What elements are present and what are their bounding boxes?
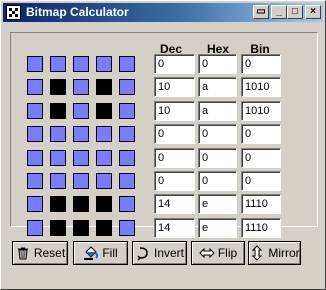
bit-cell[interactable] xyxy=(73,126,89,142)
bit-cell[interactable] xyxy=(96,150,112,166)
bit-cell[interactable] xyxy=(50,56,66,72)
bit-cell[interactable] xyxy=(50,196,66,212)
bit-cell[interactable] xyxy=(50,220,66,236)
bit-cell[interactable] xyxy=(27,79,43,95)
dec-value-field[interactable]: 10 xyxy=(154,77,195,97)
bit-cell[interactable] xyxy=(119,126,135,142)
dec-value-field[interactable]: 0 xyxy=(154,124,195,144)
bit-cell[interactable] xyxy=(50,103,66,119)
flip-button[interactable]: Flip xyxy=(191,241,245,265)
bin-value-field[interactable]: 0 xyxy=(241,124,281,144)
dec-value-field[interactable]: 14 xyxy=(154,218,195,238)
bit-cell[interactable] xyxy=(27,173,43,189)
minimize-button[interactable]: _ xyxy=(271,5,287,19)
fill-button-label: Fill xyxy=(102,246,118,260)
hex-value-field[interactable]: a xyxy=(198,77,237,97)
bitmap-calculator-window: Bitmap Calculator ▭ _ □ × Dec Hex Bin 00… xyxy=(0,0,326,290)
bit-cell[interactable] xyxy=(50,126,66,142)
bin-value-field[interactable]: 1010 xyxy=(241,101,281,121)
bit-cell[interactable] xyxy=(27,126,43,142)
bit-cell[interactable] xyxy=(119,79,135,95)
bit-cell[interactable] xyxy=(96,220,112,236)
invert-icon xyxy=(135,245,151,261)
reset-button-label: Reset xyxy=(33,246,66,260)
app-icon[interactable] xyxy=(6,5,21,20)
bit-cell[interactable] xyxy=(119,220,135,236)
flip-button-label: Flip xyxy=(217,246,238,260)
dec-value-field[interactable]: 0 xyxy=(154,54,195,74)
invert-button[interactable]: Invert xyxy=(132,241,187,265)
title-bar[interactable]: Bitmap Calculator ▭ _ □ × xyxy=(3,3,323,22)
bit-cell[interactable] xyxy=(27,103,43,119)
bit-cell[interactable] xyxy=(119,56,135,72)
bit-cell[interactable] xyxy=(50,150,66,166)
bit-cell[interactable] xyxy=(96,196,112,212)
bit-cell[interactable] xyxy=(119,196,135,212)
bit-cell[interactable] xyxy=(27,196,43,212)
bit-cell[interactable] xyxy=(73,220,89,236)
bit-cell[interactable] xyxy=(119,150,135,166)
fill-button[interactable]: Fill xyxy=(73,241,128,265)
bin-value-field[interactable]: 1110 xyxy=(241,218,281,238)
reset-button[interactable]: Reset xyxy=(12,241,68,265)
mirror-button-label: Mirror xyxy=(268,246,300,260)
bit-cell[interactable] xyxy=(96,56,112,72)
bit-cell[interactable] xyxy=(96,173,112,189)
maximize-button[interactable]: □ xyxy=(287,5,303,19)
bit-cell[interactable] xyxy=(119,173,135,189)
hex-value-field[interactable]: e xyxy=(198,194,237,214)
trash-icon xyxy=(15,245,31,261)
dec-value-field[interactable]: 10 xyxy=(154,101,195,121)
bit-cell[interactable] xyxy=(73,79,89,95)
bin-value-field[interactable]: 0 xyxy=(241,148,281,168)
dec-value-field[interactable]: 14 xyxy=(154,194,195,214)
bit-cell[interactable] xyxy=(73,103,89,119)
bit-cell[interactable] xyxy=(27,150,43,166)
dec-value-field[interactable]: 0 xyxy=(154,148,195,168)
hex-value-field[interactable]: e xyxy=(198,218,237,238)
dec-value-field[interactable]: 0 xyxy=(154,171,195,191)
window-menu-button[interactable]: ▭ xyxy=(253,5,269,19)
mirror-arrows-icon xyxy=(249,245,265,261)
bit-cell[interactable] xyxy=(73,196,89,212)
bit-cell[interactable] xyxy=(96,126,112,142)
close-button[interactable]: × xyxy=(305,5,321,19)
flip-arrows-icon xyxy=(199,245,215,261)
bit-cell[interactable] xyxy=(27,220,43,236)
bit-cell[interactable] xyxy=(73,150,89,166)
bit-cell[interactable] xyxy=(27,56,43,72)
bit-cell[interactable] xyxy=(96,79,112,95)
bin-value-field[interactable]: 1110 xyxy=(241,194,281,214)
bit-cell[interactable] xyxy=(50,79,66,95)
bin-value-field[interactable]: 1010 xyxy=(241,77,281,97)
bit-cell[interactable] xyxy=(119,103,135,119)
hex-value-field[interactable]: 0 xyxy=(198,54,237,74)
bit-cell[interactable] xyxy=(73,173,89,189)
paint-bucket-icon xyxy=(83,245,99,261)
hex-value-field[interactable]: 0 xyxy=(198,171,237,191)
hex-value-field[interactable]: a xyxy=(198,101,237,121)
mirror-button[interactable]: Mirror xyxy=(248,241,301,265)
invert-button-label: Invert xyxy=(153,246,184,260)
hex-value-field[interactable]: 0 xyxy=(198,124,237,144)
bin-value-field[interactable]: 0 xyxy=(241,171,281,191)
bit-cell[interactable] xyxy=(73,56,89,72)
bin-value-field[interactable]: 0 xyxy=(241,54,281,74)
hex-value-field[interactable]: 0 xyxy=(198,148,237,168)
bit-cell[interactable] xyxy=(96,103,112,119)
window-title: Bitmap Calculator xyxy=(26,5,129,19)
bit-cell[interactable] xyxy=(50,173,66,189)
